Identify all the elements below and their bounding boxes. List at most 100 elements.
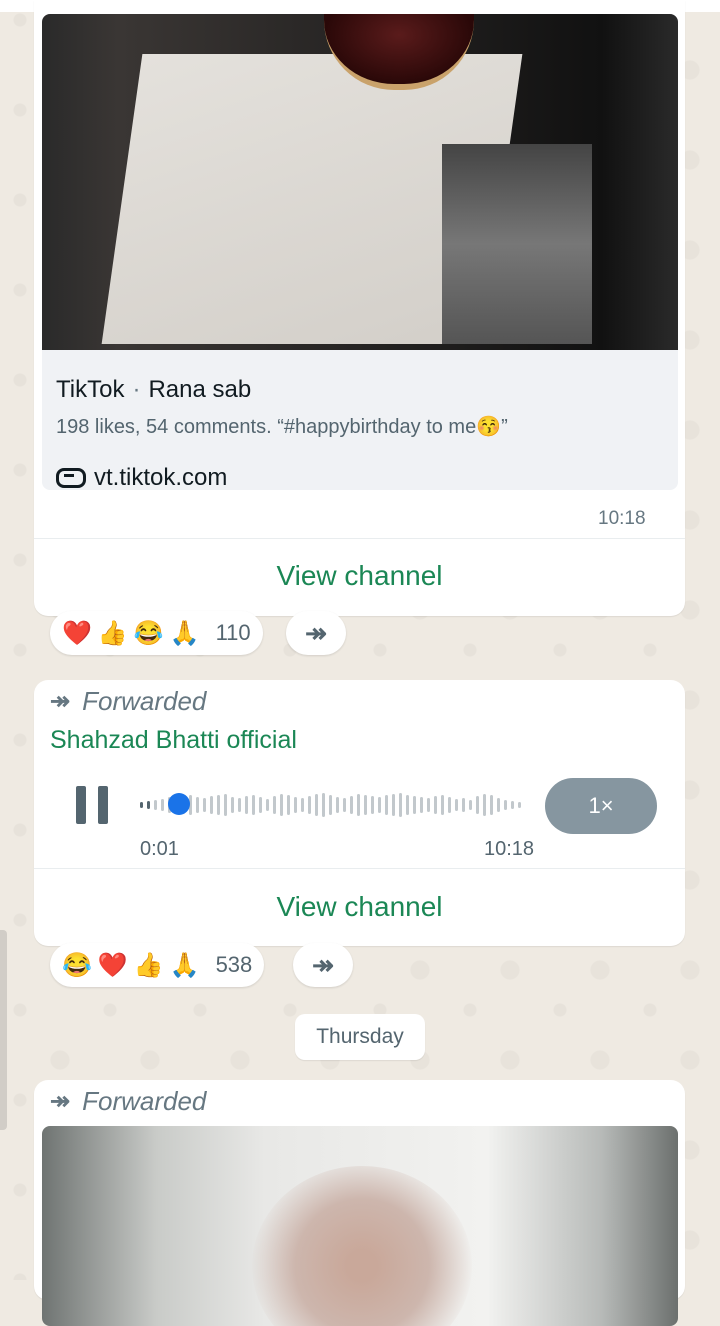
link-separator: · xyxy=(132,376,141,403)
reaction-pray: 🙏 xyxy=(169,619,200,647)
link-author: Rana sab xyxy=(148,376,252,403)
waveform-bar xyxy=(203,798,206,812)
forward-icon: ↠ xyxy=(50,688,71,715)
waveform-bar xyxy=(434,796,437,814)
waveform-bar xyxy=(455,799,458,811)
waveform-bar xyxy=(315,794,318,816)
waveform-bar xyxy=(210,796,213,814)
audio-progress-knob[interactable] xyxy=(168,793,190,815)
waveform-bar xyxy=(462,798,465,812)
waveform-bar xyxy=(224,794,227,816)
divider xyxy=(34,538,685,539)
forward-icon: ↠ xyxy=(50,1088,71,1115)
thumbnail-floor xyxy=(442,144,592,344)
waveform-bar xyxy=(371,796,374,814)
audio-elapsed: 0:01 xyxy=(140,838,179,860)
waveform-bar xyxy=(392,794,395,816)
waveform-bar xyxy=(308,796,311,814)
reaction-laugh: 😂 xyxy=(62,951,92,979)
date-separator: Thursday xyxy=(295,1014,425,1060)
waveform-bar xyxy=(350,796,353,814)
link-url[interactable]: vt.tiktok.com xyxy=(94,464,227,490)
reaction-heart: ❤️ xyxy=(62,619,92,647)
message-bubble-link[interactable]: TikTok · Rana sab 198 likes, 54 comments. … xyxy=(34,0,685,616)
waveform-bar xyxy=(448,797,451,813)
link-url-row[interactable]: vt.tiktok.com xyxy=(56,464,227,490)
reaction-pray: 🙏 xyxy=(169,951,200,979)
link-preview[interactable]: TikTok · Rana sab 198 likes, 54 comments. … xyxy=(42,14,678,490)
waveform-bar xyxy=(280,794,283,816)
waveform-bar xyxy=(287,795,290,815)
waveform-bar xyxy=(245,796,248,814)
forwarded-label: ↠ Forwarded xyxy=(50,686,206,717)
video-thumbnail[interactable] xyxy=(42,14,678,350)
message-bubble-voice[interactable]: ↠ Forwarded Shahzad Bhatti official 1× 0… xyxy=(34,680,685,946)
waveform-bar xyxy=(294,797,297,813)
forward-button[interactable]: ↠ xyxy=(293,943,353,987)
waveform-bar xyxy=(322,793,325,817)
waveform-bar xyxy=(420,797,423,813)
waveform-bar xyxy=(301,798,304,812)
waveform-bar xyxy=(476,796,479,814)
image-subject xyxy=(252,1166,472,1326)
waveform-bar xyxy=(336,797,339,813)
divider xyxy=(34,868,685,869)
waveform-bar xyxy=(469,800,472,810)
image-thumbnail[interactable] xyxy=(42,1126,678,1326)
waveform-bar xyxy=(238,798,241,812)
waveform-bar xyxy=(399,793,402,817)
waveform-bar xyxy=(511,801,514,809)
waveform-bar xyxy=(161,799,164,811)
playback-speed-button[interactable]: 1× xyxy=(545,778,657,834)
waveform-bar xyxy=(483,794,486,816)
waveform-bar xyxy=(329,795,332,815)
waveform-bar xyxy=(273,796,276,814)
message-time: 10:18 xyxy=(598,508,646,529)
forwarded-text: Forwarded xyxy=(82,686,207,716)
waveform-bar xyxy=(518,802,521,808)
waveform-bar xyxy=(406,795,409,815)
waveform-bar xyxy=(357,794,360,816)
link-title: TikTok · Rana sab xyxy=(56,376,251,404)
message-bubble-image[interactable]: ↠ Forwarded xyxy=(34,1080,685,1326)
view-channel-button[interactable]: View channel xyxy=(34,560,685,592)
waveform-bar xyxy=(196,797,199,813)
reaction-count: 110 xyxy=(215,620,251,645)
reactions-bar[interactable]: ❤️ 👍 😂 🙏 110 xyxy=(50,611,263,655)
waveform-bar xyxy=(147,801,150,809)
forwarded-text: Forwarded xyxy=(82,1086,207,1116)
waveform-bar xyxy=(217,795,220,815)
link-source: TikTok xyxy=(56,376,125,403)
forward-icon: ↠ xyxy=(312,949,334,980)
waveform-bar xyxy=(154,800,157,810)
waveform-bar xyxy=(427,798,430,812)
forward-button[interactable]: ↠ xyxy=(286,611,346,655)
view-channel-button[interactable]: View channel xyxy=(34,891,685,923)
waveform-bar xyxy=(140,802,143,808)
link-icon xyxy=(56,468,86,488)
waveform-bar xyxy=(259,797,262,813)
reactions-bar[interactable]: 😂 ❤️ 👍 🙏 538 xyxy=(50,943,265,987)
waveform-bar xyxy=(378,797,381,813)
audio-waveform[interactable] xyxy=(140,788,530,822)
scrollbar[interactable] xyxy=(0,930,7,1130)
waveform-bar xyxy=(364,795,367,815)
waveform-bar xyxy=(504,800,507,810)
reaction-thumbs-up: 👍 xyxy=(97,619,128,647)
waveform-bar xyxy=(441,795,444,815)
waveform-bar xyxy=(497,798,500,812)
audio-timestamp: 10:18 xyxy=(484,838,535,860)
reaction-thumbs-up: 👍 xyxy=(133,951,164,979)
waveform-bar xyxy=(490,795,493,815)
forwarded-label: ↠ Forwarded xyxy=(50,1086,206,1117)
reaction-laugh: 😂 xyxy=(133,619,164,647)
waveform-bar xyxy=(413,796,416,814)
waveform-bar xyxy=(231,797,234,813)
waveform-bar xyxy=(266,799,269,811)
pause-icon[interactable] xyxy=(76,786,108,824)
reaction-count: 538 xyxy=(215,952,253,977)
sender-name[interactable]: Shahzad Bhatti official xyxy=(50,726,297,755)
waveform-bar xyxy=(252,795,255,815)
waveform-bar xyxy=(385,795,388,815)
reaction-heart: ❤️ xyxy=(97,951,128,979)
